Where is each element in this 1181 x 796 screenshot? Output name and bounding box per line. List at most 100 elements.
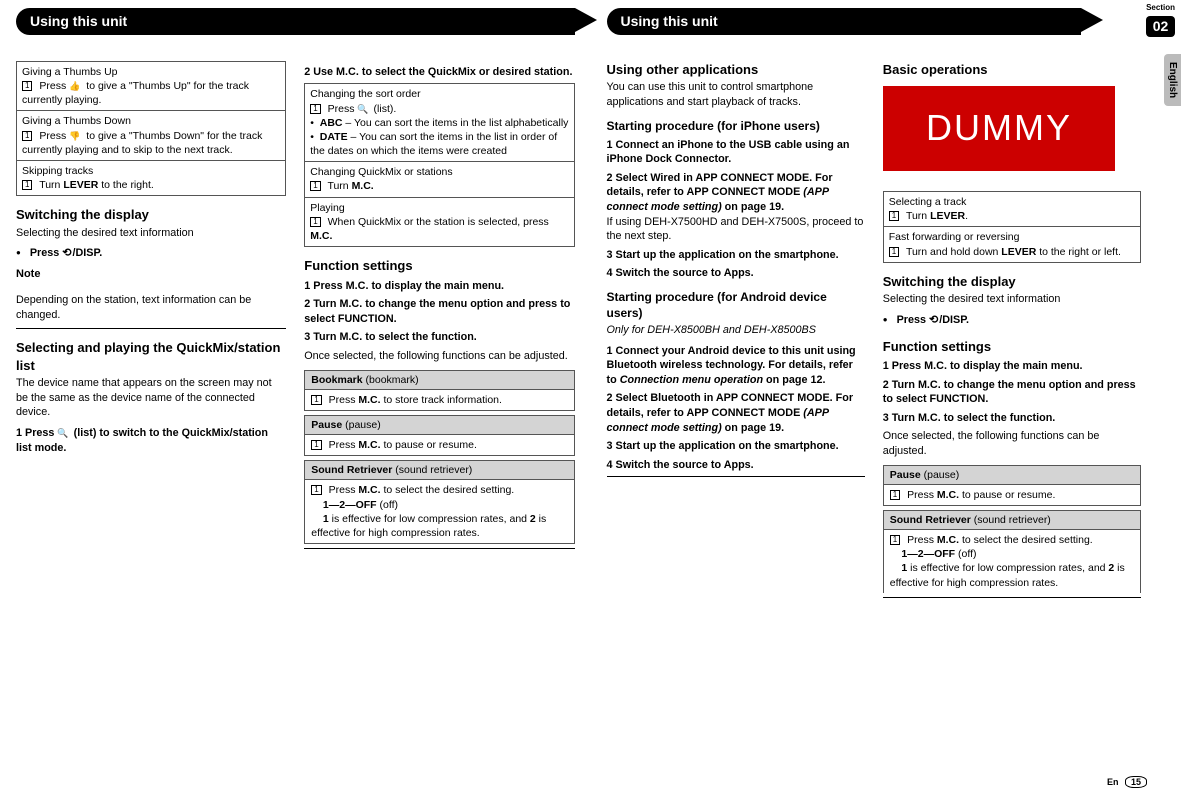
pause-body: 1 Press M.C. to pause or resume. (304, 435, 574, 456)
table-row: Fast forwarding or reversing 1 Turn and … (883, 227, 1140, 262)
sr-note-mid: is effective for low compression rates, … (329, 513, 530, 525)
sr-title: Sound Retriever (890, 514, 974, 526)
pause-title: Pause (890, 469, 924, 481)
sr-tail: to select the desired setting. (959, 534, 1093, 546)
step-number-icon: 1 (22, 81, 32, 91)
switching-display-body: Selecting the desired text information (16, 226, 286, 241)
android-step1: 1 Connect your Android device to this un… (607, 344, 865, 388)
pause-header: Pause (pause) (304, 415, 574, 435)
row-title: Changing QuickMix or stations (310, 166, 452, 178)
pause-title: Pause (311, 419, 345, 431)
row-title: Giving a Thumbs Down (22, 115, 131, 127)
step2-text: 2 Use M.C. to select the QuickMix or des… (304, 66, 572, 78)
row-text: Press (328, 103, 358, 115)
sr-opts: 1—2—OFF (323, 499, 377, 511)
date-tail: – You can sort the items in the list in … (310, 131, 557, 157)
fs2-text: 2 Turn M.C. to change the menu option an… (883, 379, 1136, 406)
pause-group: Pause (pause) 1 Press M.C. to pause or r… (883, 465, 1141, 506)
header-left: Using this unit (16, 8, 575, 35)
disp-icon (62, 247, 72, 259)
sr-tail: to select the desired setting. (381, 484, 515, 496)
sr-opts: 1—2—OFF (901, 548, 955, 560)
bookmark-text: Press (329, 394, 359, 406)
bookmark-tail: to store track information. (381, 394, 502, 406)
row-title: Changing the sort order (310, 88, 420, 100)
table-row: Changing QuickMix or stations 1 Turn M.C… (305, 162, 574, 197)
pause-tail: to pause or resume. (381, 439, 477, 451)
press-disp-text: Press (897, 314, 929, 326)
table-row: Giving a Thumbs Up 1 Press to give a "Th… (17, 61, 286, 111)
pause-bold: M.C. (358, 439, 380, 451)
fs-step1: 1 Press M.C. to display the main menu. (883, 359, 1141, 374)
iphone-procedure-heading: Starting procedure (for iPhone users) (607, 118, 865, 134)
step-number-icon: 1 (310, 217, 320, 227)
step-number-icon: 1 (311, 485, 321, 495)
divider (304, 548, 574, 549)
ip2c: on page 19. (722, 201, 784, 213)
press-disp-bold: /DISP. (72, 247, 102, 259)
an2c: on page 19. (722, 422, 784, 434)
r1b: LEVER (930, 210, 965, 222)
ip1-text: 1 Connect an iPhone to the USB cable usi… (607, 139, 850, 166)
pause-header: Pause (pause) (883, 465, 1141, 485)
sr-paren: (sound retriever) (395, 464, 472, 476)
footer-page: 15 (1125, 776, 1147, 788)
quickmix-body: The device name that appears on the scre… (16, 376, 286, 420)
pause-group: Pause (pause) 1 Press M.C. to pause or r… (304, 415, 574, 456)
sr-text: Press (907, 534, 937, 546)
row-text: When QuickMix or the station is selected… (328, 216, 549, 228)
press-disp-bold: /DISP. (939, 314, 969, 326)
r2b: LEVER (1001, 246, 1036, 258)
sr-header: Sound Retriever (sound retriever) (883, 510, 1141, 530)
r2a: Turn and hold down (906, 246, 1001, 258)
r1a: Turn (906, 210, 930, 222)
fs3-text: 3 Turn M.C. to select the function. (304, 331, 477, 343)
fs-step3: 3 Turn M.C. to select the function. (883, 411, 1141, 426)
pause-tail: to pause or resume. (959, 489, 1055, 501)
footer-lang: En (1107, 777, 1119, 787)
bookmark-header: Bookmark (bookmark) (304, 370, 574, 390)
basic-ops-table: Selecting a track 1 Turn LEVER. Fast for… (883, 191, 1141, 263)
switching-display-heading: Switching the display (883, 273, 1141, 291)
step-text: 1 Press (16, 427, 57, 439)
pause-text: Press (907, 489, 937, 501)
row-title: Skipping tracks (22, 165, 93, 177)
header-left-wrap: Using this unit (16, 8, 575, 35)
r2c: to the right or left. (1036, 246, 1121, 258)
row-title: Playing (310, 202, 344, 214)
press-disp-step: Press /DISP. (883, 313, 1141, 328)
fs-step2: 2 Turn M.C. to change the menu option an… (883, 378, 1141, 407)
fs2-text: 2 Turn M.C. to change the menu option an… (304, 298, 570, 325)
header-right: Using this unit (607, 8, 1082, 35)
header-right-wrap: Using this unit (607, 8, 1082, 35)
step-number-icon: 1 (310, 104, 320, 114)
row-title: Fast forwarding or reversing (889, 231, 1020, 243)
bookmark-body: 1 Press M.C. to store track information. (304, 390, 574, 411)
section-badge: Section 02 (1146, 0, 1175, 37)
quickmix-step1: 1 Press (list) to switch to the QuickMix… (16, 426, 286, 455)
r1c: . (965, 210, 968, 222)
bookmark-group: Bookmark (bookmark) 1 Press M.C. to stor… (304, 370, 574, 411)
ip2a: 2 Select Wired in APP CONNECT MODE. For … (607, 172, 833, 199)
left-columns: Giving a Thumbs Up 1 Press to give a "Th… (16, 61, 575, 555)
row-bold: M.C. (310, 230, 332, 242)
fs3-text: 3 Turn M.C. to select the function. (883, 412, 1056, 424)
row-text: Turn (39, 179, 63, 191)
fs-step3-tail: Once selected, the following functions c… (304, 349, 574, 364)
sr-note-mid: is effective for low compression rates, … (907, 562, 1108, 574)
sr-text: Press (329, 484, 359, 496)
table-row: Skipping tracks 1 Turn LEVER to the righ… (17, 160, 286, 195)
left-col-2: 2 Use M.C. to select the QuickMix or des… (304, 61, 574, 555)
fs-step2: 2 Turn M.C. to change the menu option an… (304, 297, 574, 326)
sr-body: 1 Press M.C. to select the desired setti… (883, 530, 1141, 593)
fs1-text: 1 Press M.C. to display the main menu. (304, 280, 504, 292)
page: Using this unit Giving a Thumbs Up 1 Pre… (0, 0, 1181, 796)
bookmark-bold: M.C. (358, 394, 380, 406)
ip2-tail: If using DEH-X7500HD and DEH-X7500S, pro… (607, 216, 864, 243)
sound-retriever-group: Sound Retriever (sound retriever) 1 Pres… (304, 460, 574, 544)
table-row: Changing the sort order 1 Press (list). … (305, 84, 574, 162)
step-number-icon: 1 (890, 535, 900, 545)
bookmark-title: Bookmark (311, 374, 365, 386)
row-text-tail: (list). (374, 103, 397, 115)
divider (16, 328, 286, 329)
